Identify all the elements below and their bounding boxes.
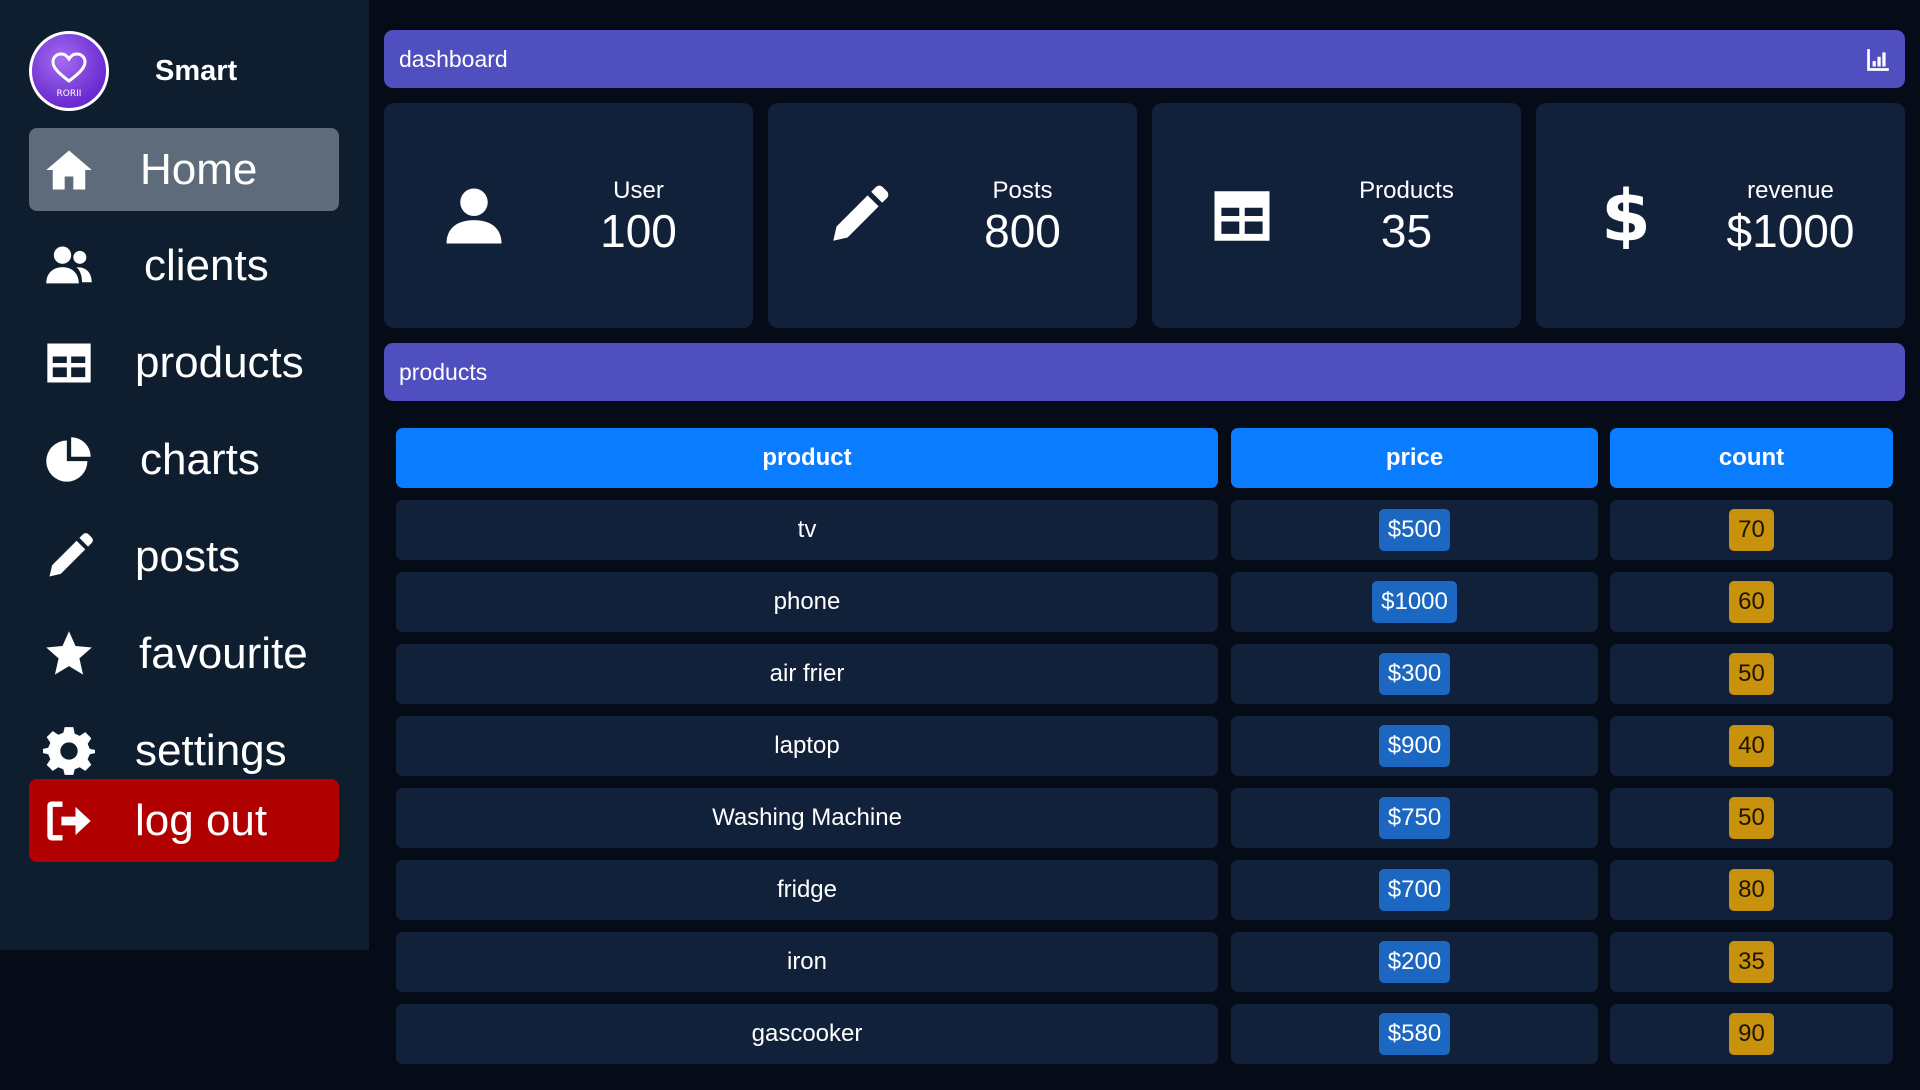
home-icon: [41, 142, 97, 198]
table-cell-product: laptop: [396, 716, 1218, 776]
sidebar-item-posts[interactable]: posts: [29, 515, 339, 598]
stat-card-posts: Posts 800: [768, 103, 1137, 328]
table-cell-count: 90: [1610, 1004, 1893, 1064]
price-badge: $700: [1378, 869, 1451, 911]
sign-out-icon: [41, 793, 97, 849]
count-badge: 80: [1729, 869, 1774, 911]
table-cell-product: fridge: [396, 860, 1218, 920]
count-badge: 90: [1729, 1013, 1774, 1055]
sidebar-item-label: settings: [135, 725, 287, 775]
sidebar-item-favourite[interactable]: favourite: [29, 612, 339, 695]
stat-label: Posts: [992, 177, 1053, 204]
column-header-product[interactable]: product: [396, 428, 1218, 488]
bar-chart-icon[interactable]: [1865, 47, 1891, 73]
table-cell-price: $700: [1231, 860, 1598, 920]
star-icon: [41, 626, 97, 682]
table-icon: [41, 335, 97, 391]
table-cell-product: iron: [396, 932, 1218, 992]
heart-logo-icon: RORII: [51, 52, 87, 99]
table-cell-count: 80: [1610, 860, 1893, 920]
table-cell-count: 35: [1610, 932, 1893, 992]
stat-card-revenue: $ revenue $1000: [1536, 103, 1905, 328]
table-cell-count: 50: [1610, 644, 1893, 704]
table-cell-price: $300: [1231, 644, 1598, 704]
price-badge: $1000: [1372, 581, 1457, 623]
table-cell-price: $500: [1231, 500, 1598, 560]
table-cell-price: $900: [1231, 716, 1598, 776]
sidebar-item-clients[interactable]: clients: [29, 224, 339, 307]
sidebar-item-label: products: [135, 337, 304, 387]
gear-icon: [41, 723, 97, 779]
count-badge: 60: [1729, 581, 1774, 623]
table-icon: [1207, 181, 1277, 251]
table-cell-price: $750: [1231, 788, 1598, 848]
table-cell-count: 50: [1610, 788, 1893, 848]
stat-label: User: [613, 177, 664, 204]
table-cell-product: tv: [396, 500, 1218, 560]
table-cell-product: Washing Machine: [396, 788, 1218, 848]
brand: RORII Smart: [29, 29, 237, 113]
count-badge: 50: [1729, 797, 1774, 839]
stat-value: 35: [1380, 205, 1433, 257]
page-title: dashboard: [399, 45, 508, 72]
sidebar-item-charts[interactable]: charts: [29, 418, 339, 501]
count-badge: 40: [1729, 725, 1774, 767]
products-section-header: products: [384, 343, 1905, 401]
stat-label: Products: [1359, 177, 1454, 204]
price-badge: $750: [1378, 797, 1451, 839]
sidebar-item-label: favourite: [139, 628, 308, 678]
sidebar-item-label: clients: [144, 240, 269, 290]
count-badge: 35: [1729, 941, 1774, 983]
stat-value: 800: [984, 205, 1061, 257]
section-title: products: [399, 358, 488, 385]
stat-value: 100: [600, 205, 677, 257]
svg-text:$: $: [1601, 183, 1651, 249]
table-cell-product: air frier: [396, 644, 1218, 704]
logo-text: RORII: [57, 89, 82, 99]
table-cell-price: $200: [1231, 932, 1598, 992]
stat-value: $1000: [1726, 205, 1855, 257]
count-badge: 70: [1729, 509, 1774, 551]
table-cell-count: 40: [1610, 716, 1893, 776]
table-cell-price: $1000: [1231, 572, 1598, 632]
price-badge: $200: [1378, 941, 1451, 983]
price-badge: $300: [1378, 653, 1451, 695]
table-cell-count: 60: [1610, 572, 1893, 632]
pencil-icon: [41, 529, 97, 585]
sidebar-item-products[interactable]: products: [29, 321, 339, 404]
column-header-count[interactable]: count: [1610, 428, 1893, 488]
sidebar-item-label: posts: [135, 531, 241, 581]
stat-card-products: Products 35: [1152, 103, 1521, 328]
table-cell-product: gascooker: [396, 1004, 1218, 1064]
user-icon: [439, 181, 509, 251]
logout-button[interactable]: log out: [29, 779, 339, 862]
sidebar-item-label: charts: [140, 434, 260, 484]
logout-label: log out: [135, 795, 268, 845]
column-header-price[interactable]: price: [1231, 428, 1598, 488]
brand-name: Smart: [155, 54, 238, 87]
users-icon: [41, 238, 97, 294]
logo: RORII: [29, 31, 109, 111]
table-cell-price: $580: [1231, 1004, 1598, 1064]
dollar-icon: $: [1591, 181, 1661, 251]
price-badge: $580: [1378, 1013, 1451, 1055]
table-cell-count: 70: [1610, 500, 1893, 560]
table-cell-product: phone: [396, 572, 1218, 632]
sidebar-item-label: Home: [140, 144, 258, 194]
sidebar: RORII Smart Home clients products charts…: [0, 0, 369, 950]
price-badge: $500: [1378, 509, 1451, 551]
count-badge: 50: [1729, 653, 1774, 695]
price-badge: $900: [1378, 725, 1451, 767]
stat-label: revenue: [1747, 177, 1834, 204]
stat-card-users: User 100: [384, 103, 753, 328]
dashboard-header: dashboard: [384, 30, 1905, 88]
pencil-icon: [823, 181, 893, 251]
sidebar-item-home[interactable]: Home: [29, 128, 339, 211]
pie-chart-icon: [41, 432, 97, 488]
